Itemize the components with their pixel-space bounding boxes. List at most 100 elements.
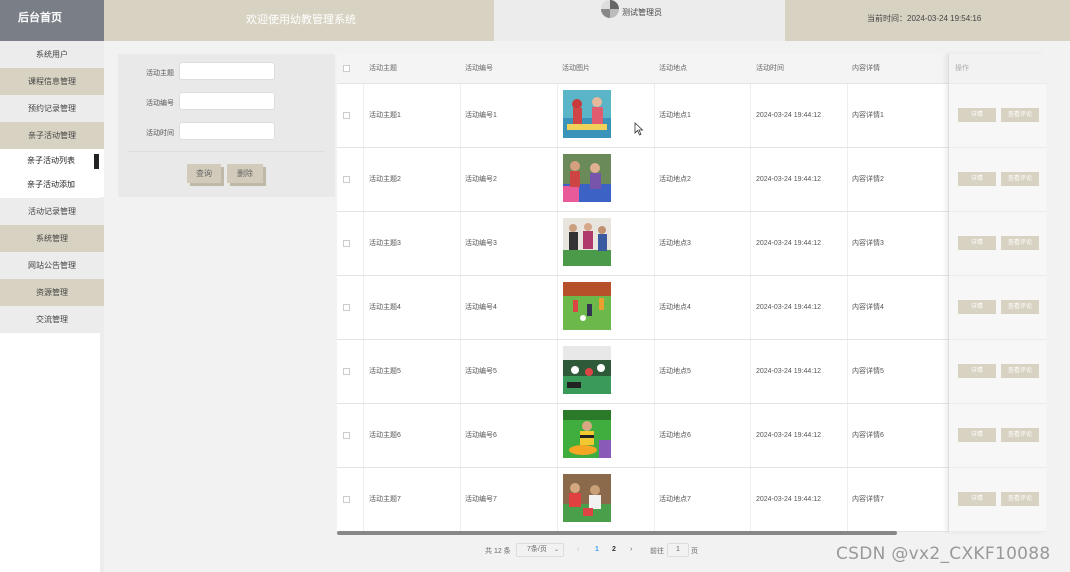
column-header-detail: 内容详情	[852, 65, 880, 72]
pagination-total: 共 12 条	[485, 548, 511, 555]
time-label: 活动时间	[146, 130, 174, 137]
welcome-banner: 欢迎使用幼教管理系统	[104, 0, 494, 41]
detail-button[interactable]: 详情	[958, 236, 996, 250]
cell-subject: 活动主题4	[369, 304, 401, 311]
sidebar-item-system-management[interactable]: 系统管理	[0, 225, 104, 252]
sidebar-item-course-info[interactable]: 课程信息管理	[0, 68, 104, 95]
cell-time: 2024-03-24 19:44:12	[756, 496, 821, 503]
prev-page-button[interactable]: ‹	[577, 546, 579, 553]
cell-location: 活动地点3	[659, 240, 691, 247]
view-comments-button[interactable]: 查看评论	[1001, 236, 1039, 250]
column-header-image: 活动图片	[562, 65, 590, 72]
cell-location: 活动地点4	[659, 304, 691, 311]
page-unit-label: 页	[691, 548, 698, 555]
cell-number: 活动编号2	[465, 176, 497, 183]
column-header-number: 活动编号	[465, 65, 493, 72]
page-2-button[interactable]: 2	[612, 546, 616, 553]
sidebar-item-communication[interactable]: 交流管理	[0, 306, 104, 333]
detail-button[interactable]: 详情	[958, 300, 996, 314]
detail-button[interactable]: 详情	[958, 108, 996, 122]
view-comments-button[interactable]: 查看评论	[1001, 364, 1039, 378]
detail-button[interactable]: 详情	[958, 364, 996, 378]
activity-photo[interactable]	[563, 474, 611, 522]
activity-photo[interactable]	[563, 282, 611, 330]
row-checkbox[interactable]	[343, 112, 350, 119]
detail-button[interactable]: 详情	[958, 492, 996, 506]
table-row: 活动主题3 活动编号3 活动地点3 2024-03-24 19:44:12 内容…	[337, 212, 1046, 276]
search-panel: 活动主题 活动编号 活动时间 查询 删除	[118, 54, 335, 197]
sidebar-subitem-activity-list[interactable]: 亲子活动列表	[0, 149, 104, 173]
cell-number: 活动编号6	[465, 432, 497, 439]
row-checkbox[interactable]	[343, 432, 350, 439]
cell-location: 活动地点6	[659, 432, 691, 439]
cell-detail: 内容详情6	[852, 432, 884, 439]
activity-photo[interactable]	[563, 218, 611, 266]
activity-photo[interactable]	[563, 410, 611, 458]
query-button[interactable]: 查询	[187, 164, 221, 183]
actions-column: 详情 查看评论 详情 查看评论 详情 查看评论 详情 查看评论 详情 查看评论 …	[948, 54, 1046, 532]
active-indicator	[94, 154, 99, 169]
cell-subject: 活动主题5	[369, 368, 401, 375]
page-size-select[interactable]: 7条/页 ⌄	[516, 543, 564, 557]
row-checkbox[interactable]	[343, 496, 350, 503]
view-comments-button[interactable]: 查看评论	[1001, 300, 1039, 314]
table-row: 活动主题7 活动编号7 活动地点7 2024-03-24 19:44:12 内容…	[337, 468, 1046, 532]
row-checkbox[interactable]	[343, 368, 350, 375]
activity-photo[interactable]	[563, 90, 611, 138]
cell-number: 活动编号3	[465, 240, 497, 247]
sidebar-subitem-activity-add[interactable]: 亲子活动添加	[0, 173, 104, 197]
view-comments-button[interactable]: 查看评论	[1001, 428, 1039, 442]
home-link[interactable]: 后台首页	[0, 0, 104, 41]
cell-subject: 活动主题6	[369, 432, 401, 439]
next-page-button[interactable]: ›	[630, 546, 632, 553]
cell-time: 2024-03-24 19:44:12	[756, 368, 821, 375]
cell-time: 2024-03-24 19:44:12	[756, 176, 821, 183]
number-input[interactable]	[179, 92, 275, 110]
goto-page-input[interactable]: 1	[667, 543, 689, 557]
cell-time: 2024-03-24 19:44:12	[756, 304, 821, 311]
cell-location: 活动地点5	[659, 368, 691, 375]
activity-photo[interactable]	[563, 346, 611, 394]
subject-input[interactable]	[179, 62, 275, 80]
table-row: 活动主题1 活动编号1 活动地点1 2024-03-24 19:44:12 内容…	[337, 84, 1046, 148]
chevron-down-icon: ⌄	[553, 547, 559, 553]
time-input[interactable]	[179, 122, 275, 140]
view-comments-button[interactable]: 查看评论	[1001, 492, 1039, 506]
cell-location: 活动地点1	[659, 112, 691, 119]
avatar[interactable]	[601, 0, 619, 18]
detail-button[interactable]: 详情	[958, 172, 996, 186]
delete-button[interactable]: 删除	[227, 164, 263, 183]
cell-location: 活动地点2	[659, 176, 691, 183]
table-row: 活动主题2 活动编号2 活动地点2 2024-03-24 19:44:12 内容…	[337, 148, 1046, 212]
row-checkbox[interactable]	[343, 304, 350, 311]
sidebar-item-system-users[interactable]: 系统用户	[0, 41, 104, 68]
column-header-subject: 活动主题	[369, 65, 397, 72]
view-comments-button[interactable]: 查看评论	[1001, 172, 1039, 186]
cell-subject: 活动主题2	[369, 176, 401, 183]
page-size-value: 7条/页	[527, 546, 547, 553]
column-header-location: 活动地点	[659, 65, 687, 72]
detail-button[interactable]: 详情	[958, 428, 996, 442]
horizontal-scrollbar[interactable]	[337, 531, 897, 535]
sidebar-item-announcements[interactable]: 网站公告管理	[0, 252, 104, 279]
row-checkbox[interactable]	[343, 176, 350, 183]
table-header: 活动主题 活动编号 活动图片 活动地点 活动时间 内容详情 操作	[337, 54, 1046, 84]
cell-detail: 内容详情7	[852, 496, 884, 503]
view-comments-button[interactable]: 查看评论	[1001, 108, 1039, 122]
cell-detail: 内容详情4	[852, 304, 884, 311]
row-checkbox[interactable]	[343, 240, 350, 247]
sidebar-item-resources[interactable]: 资源管理	[0, 279, 104, 306]
cell-number: 活动编号1	[465, 112, 497, 119]
table-row: 活动主题5 活动编号5 活动地点5 2024-03-24 19:44:12 内容…	[337, 340, 1046, 404]
sidebar-item-parent-activity[interactable]: 亲子活动管理	[0, 122, 104, 149]
page-1-button[interactable]: 1	[595, 546, 599, 553]
activity-photo[interactable]	[563, 154, 611, 202]
current-time: 当前时间：2024-03-24 19:54:16	[785, 0, 1070, 41]
cell-location: 活动地点7	[659, 496, 691, 503]
sidebar-item-activity-records[interactable]: 活动记录管理	[0, 198, 104, 225]
user-name[interactable]: 测试管理员	[622, 7, 662, 18]
select-all-checkbox[interactable]	[343, 65, 350, 72]
cell-subject: 活动主题1	[369, 112, 401, 119]
cell-time: 2024-03-24 19:44:12	[756, 112, 821, 119]
sidebar-item-booking-records[interactable]: 预约记录管理	[0, 95, 104, 122]
